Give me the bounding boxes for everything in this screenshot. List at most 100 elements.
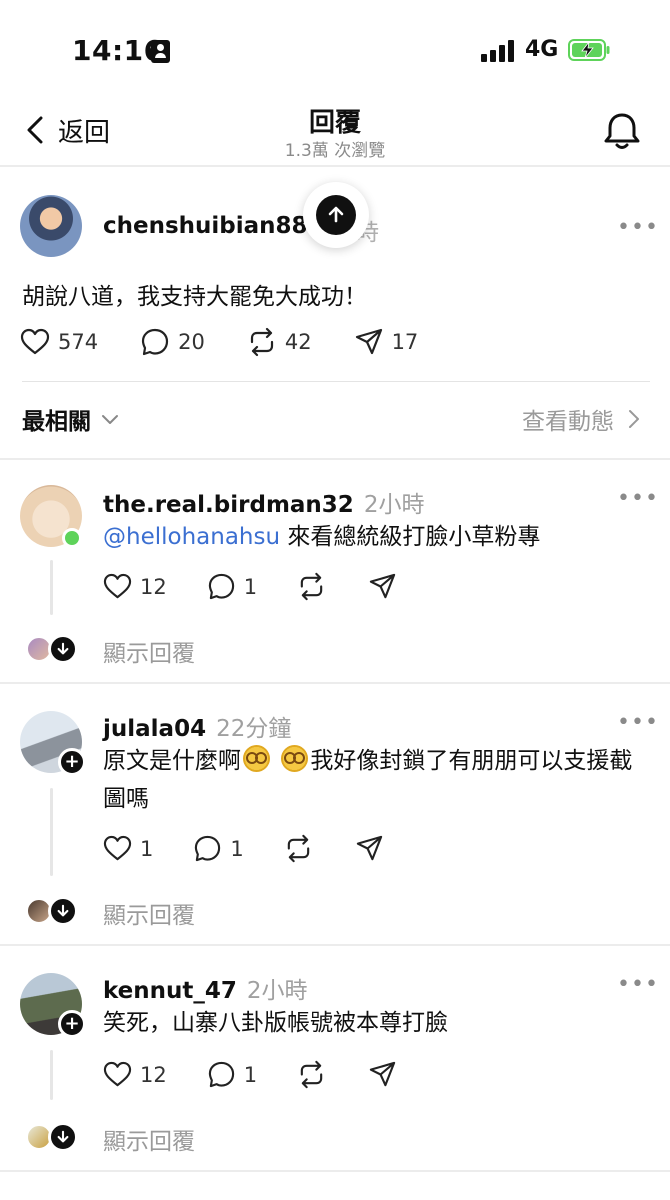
dizzy-face-emoji-icon	[281, 745, 309, 772]
comment-button[interactable]: 1	[193, 834, 244, 863]
heart-icon	[103, 835, 132, 861]
reply-time: 2小時	[246, 978, 308, 1004]
status-time: 14:16	[72, 34, 164, 67]
signal-icon	[481, 40, 517, 62]
like-count: 12	[140, 574, 167, 599]
like-button[interactable]: 12	[103, 1060, 167, 1089]
sort-label: 最相關	[22, 409, 91, 435]
share-button[interactable]	[355, 834, 384, 863]
reply-actions: 12 1	[103, 1060, 397, 1089]
share-button[interactable]	[368, 572, 397, 601]
post-divider	[22, 381, 650, 382]
comment-icon	[208, 1061, 234, 1088]
view-count: 1.3萬 次瀏覽	[284, 141, 386, 161]
chevron-down-icon	[102, 415, 118, 424]
like-count: 574	[58, 330, 99, 354]
comment-icon	[195, 835, 221, 862]
arrow-down-icon	[48, 896, 78, 926]
reply-time: 22分鐘	[216, 716, 292, 742]
reply-text: @hellohanahsu 來看總統級打臉小草粉專	[103, 524, 541, 550]
repost-count: 42	[284, 330, 312, 354]
like-button[interactable]: 574	[20, 327, 98, 357]
heart-icon	[20, 328, 50, 355]
reply-actions: 12 1	[103, 572, 397, 601]
share-button[interactable]: 17	[354, 327, 419, 357]
bell-icon[interactable]	[601, 110, 643, 152]
show-replies-label: 顯示回覆	[103, 903, 195, 929]
avatar[interactable]	[20, 195, 82, 257]
reply-text: 笑死，山寨八卦版帳號被本尊打臉	[103, 1010, 448, 1036]
comment-icon	[141, 328, 169, 356]
heart-icon	[103, 1061, 132, 1087]
header-divider	[0, 165, 670, 167]
send-icon	[356, 835, 382, 861]
thread-line	[50, 1050, 53, 1100]
comment-count: 20	[178, 330, 205, 354]
status-bar: 14:16 4G	[0, 0, 670, 96]
post-text: 胡說八道，我支持大罷免大成功！	[22, 284, 367, 310]
show-replies-label: 顯示回覆	[103, 641, 195, 667]
send-icon	[369, 573, 396, 599]
repost-icon	[300, 572, 323, 601]
comment-count: 1	[243, 574, 258, 599]
scroll-to-top-button[interactable]	[303, 182, 369, 248]
more-options-button[interactable]: •••	[617, 710, 659, 735]
more-options-button[interactable]: •••	[617, 972, 659, 997]
show-replies-button[interactable]: 顯示回覆	[0, 892, 670, 932]
like-count: 12	[140, 1062, 167, 1087]
show-replies-label: 顯示回覆	[103, 1129, 195, 1155]
repost-button[interactable]	[297, 1060, 326, 1089]
send-icon	[355, 328, 382, 355]
reply-username[interactable]: julala04 22分鐘	[103, 709, 291, 743]
share-count: 17	[391, 330, 419, 354]
reply-username[interactable]: the.real.birdman32 2小時	[103, 485, 424, 519]
comment-button[interactable]: 1	[207, 572, 257, 601]
repost-button[interactable]: 42	[247, 327, 312, 357]
repost-icon	[300, 1060, 323, 1089]
nav-header: 返回 回覆 1.3萬 次瀏覽	[0, 96, 670, 166]
show-replies-button[interactable]: 顯示回覆	[0, 1118, 670, 1158]
repost-button[interactable]	[297, 572, 326, 601]
more-options-button[interactable]: •••	[617, 215, 659, 240]
comment-icon	[208, 573, 234, 600]
heart-icon	[103, 573, 132, 599]
like-button[interactable]: 12	[103, 572, 167, 601]
sort-divider	[0, 458, 670, 460]
show-replies-button[interactable]: 顯示回覆	[0, 630, 670, 670]
mention-link[interactable]: @hellohanahsu	[103, 524, 280, 550]
battery-charging-icon	[568, 39, 610, 61]
chevron-right-icon	[629, 410, 639, 428]
view-activity-button[interactable]: 查看動態	[522, 402, 640, 436]
reply-text: 原文是什麼啊 我好像封鎖了有朋朋可以支援截圖嗎	[103, 742, 643, 818]
follow-button[interactable]: +	[58, 748, 86, 776]
network-type: 4G	[525, 37, 559, 62]
arrow-down-icon	[48, 1122, 78, 1152]
share-button[interactable]	[368, 1060, 397, 1089]
activity-label: 查看動態	[522, 409, 614, 435]
arrow-up-icon	[316, 195, 356, 235]
page-title: 回覆	[308, 108, 361, 138]
post-actions: 574 20 42 17	[20, 327, 418, 357]
online-status-dot	[62, 528, 82, 548]
follow-button[interactable]: +	[58, 1010, 86, 1038]
thread-line	[50, 788, 53, 876]
reply-divider	[0, 682, 670, 684]
arrow-down-icon	[48, 634, 78, 664]
comment-button[interactable]: 1	[207, 1060, 257, 1089]
more-options-button[interactable]: •••	[617, 486, 659, 511]
contact-card-icon	[151, 40, 170, 63]
repost-icon	[287, 834, 309, 863]
reply-username[interactable]: kennut_47 2小時	[103, 971, 308, 1005]
repost-button[interactable]	[284, 834, 313, 863]
send-icon	[369, 1061, 396, 1087]
post-username[interactable]: chenshuibian88	[103, 213, 308, 239]
comment-count: 1	[243, 1062, 258, 1087]
comment-button[interactable]: 20	[140, 327, 205, 357]
repost-icon	[250, 327, 273, 357]
reply-divider	[0, 944, 670, 946]
reply-actions: 1 1	[103, 834, 384, 863]
like-button[interactable]: 1	[103, 834, 153, 863]
dizzy-face-emoji-icon	[243, 745, 270, 772]
reply-divider	[0, 1170, 670, 1172]
sort-dropdown[interactable]: 最相關	[22, 402, 119, 436]
